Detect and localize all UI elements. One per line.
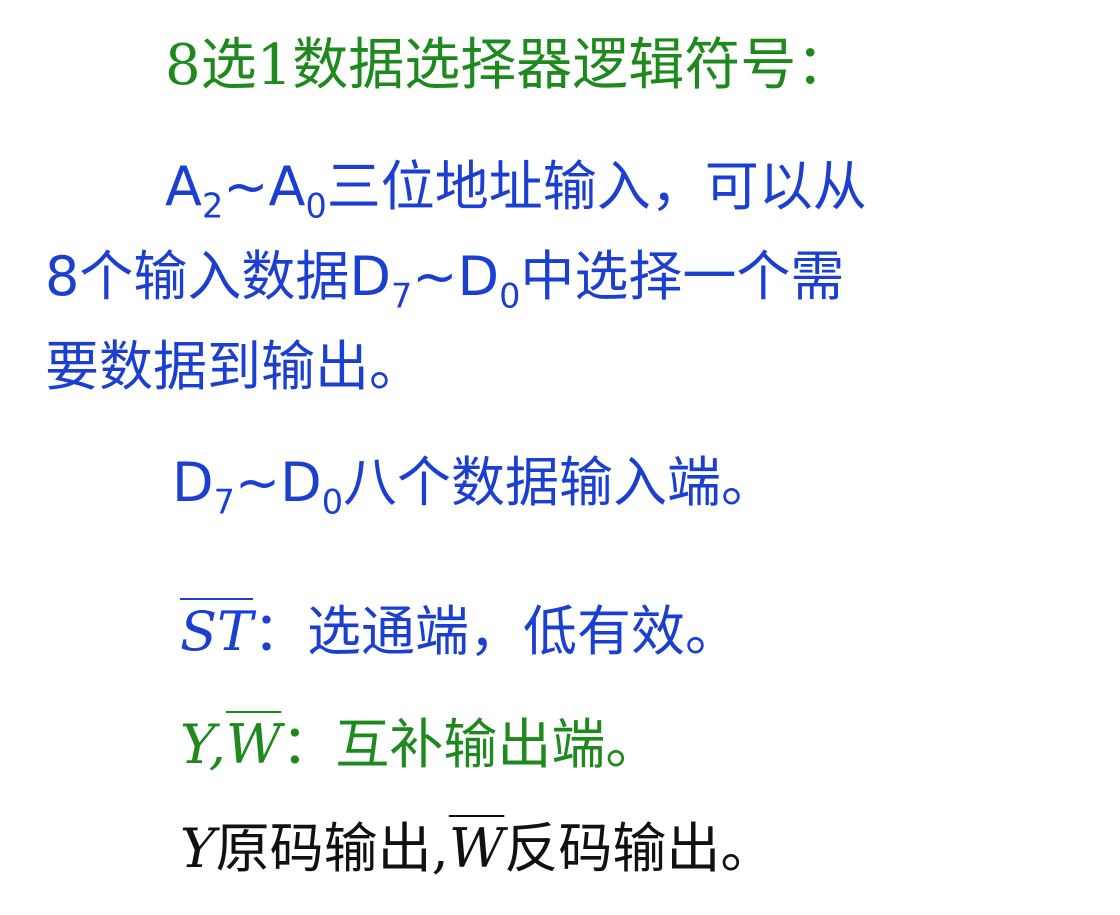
address-input-line-1: A2~A0三位地址输入，可以从 [165,160,867,223]
colon: ： [281,713,336,776]
d0-subscript: 0 [499,276,521,316]
address-input-line-2: 8个输入数据D7~D0中选择一个需 [45,250,844,313]
d7-letter: D [349,245,391,308]
line2-prefix: 8个输入数据 [45,245,350,308]
d7-subscript: 7 [390,276,413,316]
data-inputs-text: 八个数据输入端。 [343,451,776,514]
d7-letter: D [172,451,214,514]
tilde: ~ [234,451,281,514]
w-text: 反码输出。 [504,817,775,880]
address-text: 三位地址输入，可以从 [326,155,867,218]
strobe-text: 选通端，低有效。 [307,600,740,663]
d7-subscript: 7 [213,482,235,522]
a0-letter: A [268,155,306,218]
comma: , [208,713,226,776]
a0-subscript: 0 [305,186,327,226]
outputs-line: Y,W：互补输出端。 [180,718,659,772]
data-inputs-line: D7~D0八个数据输入端。 [172,456,775,519]
tilde: ~ [412,245,458,308]
page-title: 8选1数据选择器逻辑符号： [165,33,853,98]
a2-letter: A [165,155,202,218]
comma: , [431,817,449,880]
d0-letter: D [457,245,500,308]
tilde: ~ [223,155,269,218]
d0-subscript: 0 [321,482,344,522]
strobe-line: ST：选通端，低有效。 [180,605,739,659]
st-symbol: ST [180,600,254,663]
d0-letter: D [280,451,322,514]
colon: ： [253,600,308,663]
y-text: 原码输出 [215,817,432,880]
y-symbol: Y [180,817,216,880]
y-symbol: Y [180,713,209,776]
output-desc-line: Y原码输出,W反码输出。 [180,822,774,876]
outputs-text: 互补输出端。 [335,713,660,776]
a2-subscript: 2 [201,186,224,226]
line2-text: 中选择一个需 [520,245,845,308]
address-input-line-3: 要数据到输出。 [45,335,423,398]
w-symbol: W [448,817,505,880]
w-symbol: W [225,713,282,776]
